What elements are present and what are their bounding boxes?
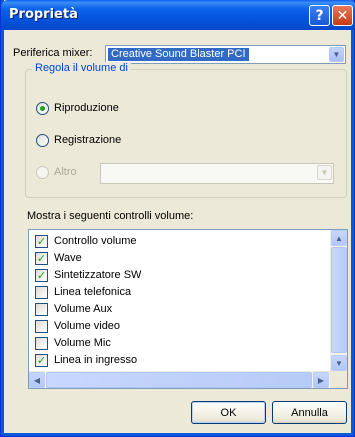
close-button[interactable]: ✕ <box>332 5 353 26</box>
list-item[interactable]: ✓ Linea in ingresso <box>35 352 325 368</box>
list-item[interactable]: Volume Mic <box>35 335 325 351</box>
radio-altro <box>36 166 49 179</box>
list-item-label: Controllo volume <box>54 235 137 247</box>
list-item-label: Volume Mic <box>54 337 111 349</box>
list-item-label: Volume Aux <box>54 303 113 315</box>
list-item[interactable]: ✓ Sintetizzatore SW <box>35 267 325 283</box>
list-item[interactable]: ✓ Wave <box>35 250 325 266</box>
mixer-select-value: Creative Sound Blaster PCI <box>108 48 249 61</box>
checkbox[interactable] <box>35 302 48 316</box>
mixer-dropdown-button[interactable]: ▼ <box>329 47 344 62</box>
volume-controls-list[interactable]: ✓ Controllo volume ✓ Wave ✓ Sintetizzatore SW… <box>28 229 348 389</box>
cancel-button-label: Annulla <box>291 406 328 419</box>
mixer-label: Periferica mixer: <box>13 47 93 59</box>
ok-button-label: OK <box>220 406 237 419</box>
checkbox[interactable] <box>35 336 48 350</box>
list-item[interactable]: Linea telefonica <box>35 284 325 300</box>
altro-select-value <box>103 166 109 179</box>
list-item-label: Linea telefonica <box>54 286 132 298</box>
ok-button[interactable]: OK <box>191 401 266 424</box>
chevron-up-icon: ▲ <box>335 233 343 243</box>
chevron-down-icon: ▼ <box>335 358 343 368</box>
list-item-label: Wave <box>54 252 82 264</box>
list-item-label: Sintetizzatore SW <box>54 269 142 281</box>
properties-dialog: Proprietà ? ✕ Periferica mixer: Creative… <box>0 0 355 437</box>
checkbox[interactable]: ✓ <box>35 234 48 248</box>
scroll-up-button[interactable]: ▲ <box>331 230 347 246</box>
radio-riproduzione[interactable] <box>36 102 49 115</box>
list-item[interactable]: ✓ Controllo volume <box>35 233 325 249</box>
radio-altro-label: Altro <box>54 166 77 178</box>
title-bar[interactable]: Proprietà ? ✕ <box>1 0 355 30</box>
chevron-down-icon: ▼ <box>332 50 341 59</box>
mixer-select[interactable]: Creative Sound Blaster PCI ▼ <box>105 45 346 64</box>
vertical-scrollbar[interactable]: ▲ ▼ <box>330 230 347 372</box>
horizontal-scrollbar[interactable]: ◀ ▶ <box>29 371 330 388</box>
checkbox[interactable] <box>35 285 48 299</box>
radio-registrazione-label: Registrazione <box>54 134 122 146</box>
checkbox[interactable]: ✓ <box>35 353 48 367</box>
checkbox[interactable]: ✓ <box>35 251 48 265</box>
scroll-right-button[interactable]: ▶ <box>313 372 329 388</box>
checkbox[interactable] <box>35 319 48 333</box>
window-title: Proprietà <box>9 7 78 22</box>
radio-registrazione[interactable] <box>36 134 49 147</box>
altro-select: ▼ <box>100 163 334 184</box>
radio-riproduzione-label: Riproduzione <box>54 102 119 114</box>
list-item[interactable]: Volume Aux <box>35 301 325 317</box>
scroll-down-button[interactable]: ▼ <box>331 355 347 371</box>
horizontal-scroll-thumb[interactable] <box>46 372 312 388</box>
cancel-button[interactable]: Annulla <box>272 401 347 424</box>
list-item-label: Volume video <box>54 320 121 332</box>
list-item-label: Linea in ingresso <box>54 354 138 366</box>
scrollbar-corner <box>330 371 347 388</box>
chevron-right-icon: ▶ <box>317 375 325 385</box>
controls-label: Mostra i seguenti controlli volume: <box>27 210 194 222</box>
list-item[interactable]: Volume video <box>35 318 325 334</box>
close-icon: ✕ <box>336 7 349 24</box>
volume-group-title: Regola il volume di <box>32 62 131 74</box>
chevron-down-icon: ▼ <box>320 168 329 177</box>
vertical-scroll-thumb[interactable] <box>331 247 347 353</box>
scroll-left-button[interactable]: ◀ <box>29 372 45 388</box>
help-button[interactable]: ? <box>309 5 330 26</box>
altro-dropdown-button: ▼ <box>317 165 332 180</box>
chevron-left-icon: ◀ <box>33 375 41 385</box>
help-icon: ? <box>315 7 324 24</box>
checkbox[interactable]: ✓ <box>35 268 48 282</box>
